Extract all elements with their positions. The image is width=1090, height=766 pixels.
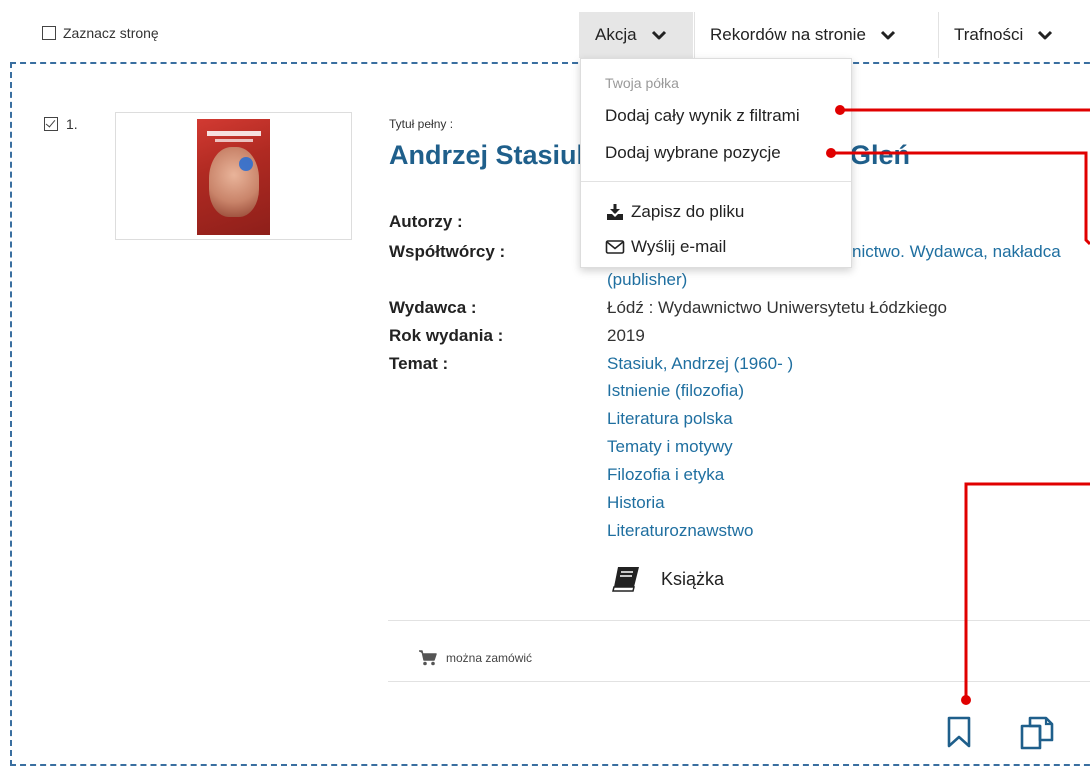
subject-link[interactable]: Stasiuk, Andrzej (1960- ) <box>607 354 793 374</box>
sort-dropdown-label: Trafności <box>954 25 1024 44</box>
subject-label: Temat : <box>389 354 449 373</box>
chevron-down-icon <box>651 30 666 40</box>
divider <box>388 681 1090 682</box>
divider <box>388 620 1090 621</box>
send-email-item[interactable]: Wyślij e-mail <box>605 237 726 257</box>
copy-icon[interactable] <box>1018 714 1056 750</box>
authors-label: Autorzy : <box>389 212 463 231</box>
results-toolbar: Zaznacz stronę Akcja Rekordów na stronie… <box>0 0 1090 62</box>
year-value: 2019 <box>607 326 645 345</box>
records-per-page-label: Rekordów na stronie <box>710 25 866 44</box>
publisher-value: Łódź : Wydawnictwo Uniwersytetu Łódzkieg… <box>607 298 948 317</box>
record-number: 1. <box>44 116 78 132</box>
records-per-page-dropdown[interactable]: Rekordów na stronie <box>694 12 937 58</box>
subject-link[interactable]: Literatura polska <box>607 409 733 429</box>
document-type: Książka <box>611 566 724 592</box>
document-type-label: Książka <box>661 568 725 589</box>
record-checkbox[interactable] <box>44 117 58 131</box>
subject-link[interactable]: Tematy i motywy <box>607 437 733 457</box>
send-email-label: Wyślij e-mail <box>631 237 727 256</box>
publisher-label: Wydawca : <box>389 298 477 317</box>
add-all-with-filters-item[interactable]: Dodaj cały wynik z filtrami <box>605 106 800 126</box>
select-page-control[interactable]: Zaznacz stronę <box>42 25 159 41</box>
action-dropdown[interactable]: Akcja <box>579 12 693 58</box>
save-to-file-label: Zapisz do pliku <box>631 202 745 221</box>
subject-link[interactable]: Istnienie (filozofia) <box>607 381 744 401</box>
menu-section-header: Twoja półka <box>605 75 679 91</box>
year-label: Rok wydania : <box>389 326 504 345</box>
add-selected-item[interactable]: Dodaj wybrane pozycje <box>605 143 781 163</box>
cart-icon <box>419 650 437 666</box>
bookmark-icon[interactable] <box>946 716 972 748</box>
cover-thumbnail[interactable] <box>115 112 352 240</box>
availability-status: można zamówić <box>418 650 532 666</box>
subject-link[interactable]: Historia <box>607 493 665 513</box>
sort-dropdown[interactable]: Trafności <box>938 12 1090 58</box>
contributors-label: Współtwórcy : <box>389 242 506 261</box>
contributors-link-role[interactable]: (publisher) <box>607 270 687 290</box>
menu-divider <box>581 181 851 182</box>
chevron-down-icon <box>1038 30 1053 40</box>
book-cover-image <box>197 119 270 235</box>
availability-label: można zamówić <box>446 651 533 665</box>
download-icon <box>607 204 623 220</box>
chevron-down-icon <box>880 30 895 40</box>
subject-link[interactable]: Literaturoznawstwo <box>607 521 753 541</box>
contributors-link[interactable]: nictwo. Wydawca, nakładca <box>852 242 1061 262</box>
subject-link[interactable]: Filozofia i etyka <box>607 465 724 485</box>
envelope-icon <box>605 240 625 254</box>
full-title-label: Tytuł pełny : <box>389 117 454 131</box>
select-page-label: Zaznacz stronę <box>63 25 159 41</box>
action-dropdown-label: Akcja <box>595 25 637 44</box>
save-to-file-item[interactable]: Zapisz do pliku <box>605 202 744 222</box>
book-icon <box>612 567 639 592</box>
record-title-link-tail[interactable]: Gleń <box>850 140 910 171</box>
record-number-label: 1. <box>66 116 78 132</box>
record-title-link[interactable]: Andrzej Stasiuk <box>389 140 592 171</box>
action-menu: Twoja półka Dodaj cały wynik z filtrami … <box>580 58 852 268</box>
select-page-checkbox[interactable] <box>42 26 56 40</box>
